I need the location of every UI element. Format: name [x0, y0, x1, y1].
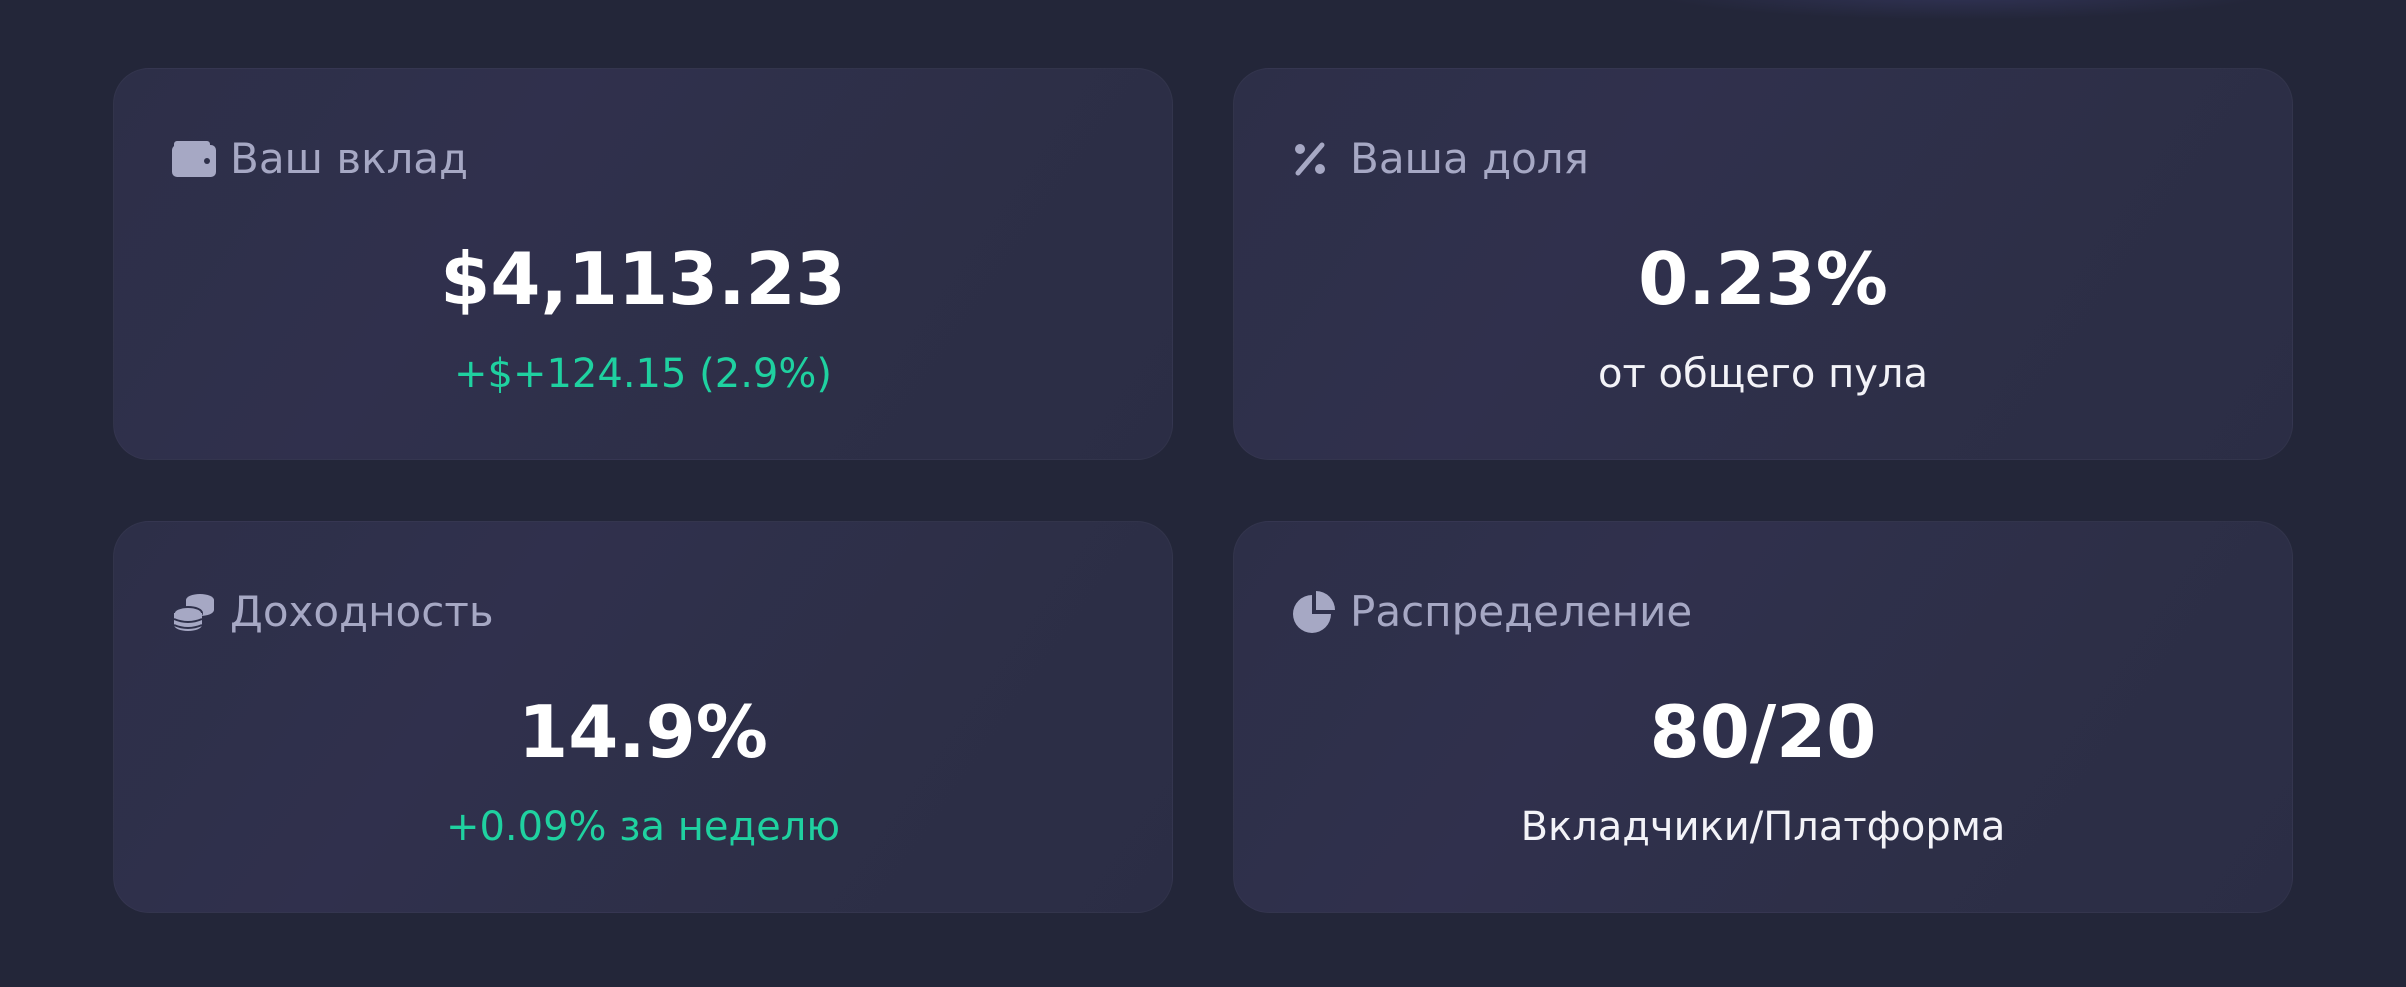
card-value: 80/20 [1649, 690, 1877, 774]
card-share: Ваша доля 0.23% от общего пула [1233, 68, 2293, 460]
card-change: +0.09% за неделю [445, 804, 841, 850]
pie-chart-icon [1292, 590, 1338, 634]
card-deposit: Ваш вклад $4,113.23 +$+124.15 (2.9%) [113, 68, 1173, 460]
card-header: Ваш вклад [172, 137, 468, 181]
percent-icon [1292, 137, 1338, 181]
card-value: 14.9% [518, 690, 768, 774]
card-caption: от общего пула [1597, 351, 1929, 397]
card-change: +$+124.15 (2.9%) [454, 351, 832, 397]
stats-grid: Ваш вклад $4,113.23 +$+124.15 (2.9%) Ваш… [113, 68, 2293, 913]
card-caption: Вкладчики/Платформа [1520, 804, 2006, 850]
card-label: Распределение [1350, 587, 1693, 636]
card-value: 0.23% [1638, 237, 1888, 321]
card-label: Доходность [230, 587, 494, 636]
coins-icon [172, 590, 218, 634]
card-header: Ваша доля [1292, 137, 1589, 181]
card-distribution: Распределение 80/20 Вкладчики/Платформа [1233, 521, 2293, 913]
top-glow-decoration [1640, 0, 2280, 20]
card-label: Ваша доля [1350, 134, 1589, 183]
card-label: Ваш вклад [230, 134, 469, 183]
wallet-icon [172, 137, 218, 181]
card-header: Доходность [172, 590, 494, 634]
card-value: $4,113.23 [440, 237, 846, 321]
card-yield: Доходность 14.9% +0.09% за неделю [113, 521, 1173, 913]
card-header: Распределение [1292, 590, 1692, 634]
